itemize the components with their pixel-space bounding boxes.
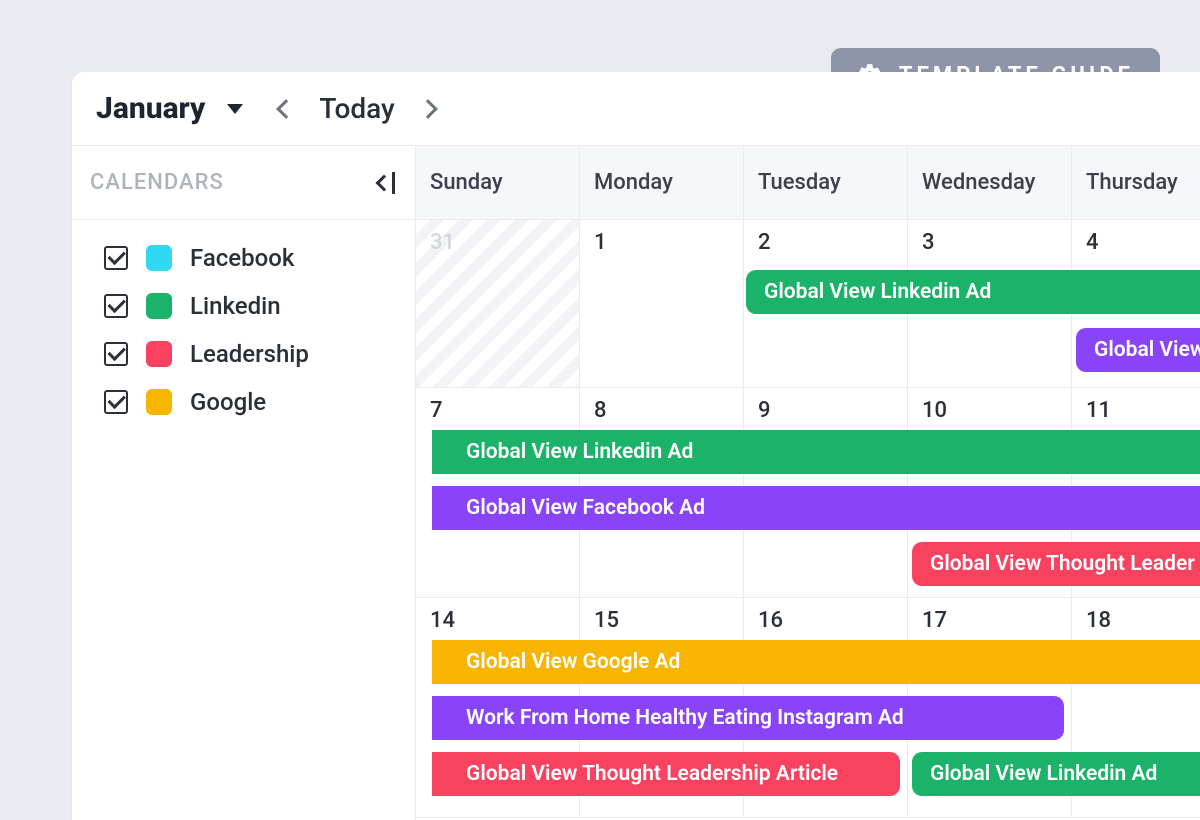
day-header-row: Sunday Monday Tuesday Wednesday Thursday xyxy=(416,146,1200,220)
calendar-header: January Today xyxy=(72,72,1200,146)
month-picker[interactable]: January xyxy=(96,91,243,126)
event-bar[interactable]: Global View Linkedin Ad xyxy=(912,752,1200,796)
color-swatch xyxy=(146,293,172,319)
date-cell[interactable]: 31 xyxy=(416,220,580,387)
today-button[interactable]: Today xyxy=(319,92,394,125)
checkbox-icon[interactable] xyxy=(104,342,128,366)
week-row: 31 1 2 3 4 Global View Linkedin Ad Globa… xyxy=(416,220,1200,388)
caret-down-icon xyxy=(227,104,243,114)
calendar-label: Google xyxy=(190,388,266,416)
month-label: January xyxy=(96,91,205,126)
next-button[interactable] xyxy=(418,99,438,119)
calendar-panel: January Today CALENDARS Faceboo xyxy=(72,72,1200,820)
week-row: 7 8 9 10 11 Global View Linkedin Ad Glob… xyxy=(416,388,1200,598)
sidebar: CALENDARS Facebook Linkedin xyxy=(72,146,416,820)
arrow-left-icon xyxy=(376,174,393,191)
calendar-label: Facebook xyxy=(190,244,294,272)
sidebar-title: CALENDARS xyxy=(90,170,224,195)
collapse-sidebar-button[interactable] xyxy=(378,172,395,194)
day-header-cell: Tuesday xyxy=(744,146,908,219)
calendar-item-linkedin[interactable]: Linkedin xyxy=(104,292,415,320)
event-bar[interactable]: Global View Google Ad xyxy=(432,640,1200,684)
checkbox-icon[interactable] xyxy=(104,294,128,318)
grid-body: 31 1 2 3 4 Global View Linkedin Ad Globa… xyxy=(416,220,1200,820)
day-header-cell: Wednesday xyxy=(908,146,1072,219)
calendar-item-leadership[interactable]: Leadership xyxy=(104,340,415,368)
date-nav: Today xyxy=(279,92,434,125)
checkbox-icon[interactable] xyxy=(104,246,128,270)
event-bar[interactable]: Global View Linkedin Ad xyxy=(432,430,1200,474)
color-swatch xyxy=(146,389,172,415)
checkbox-icon[interactable] xyxy=(104,390,128,414)
day-header-cell: Monday xyxy=(580,146,744,219)
day-header-cell: Thursday xyxy=(1072,146,1200,219)
color-swatch xyxy=(146,245,172,271)
event-bar[interactable]: Global View xyxy=(1076,328,1200,372)
date-cell[interactable]: 1 xyxy=(580,220,744,387)
event-bar[interactable]: Global View Thought Leader xyxy=(912,542,1200,586)
calendar-item-google[interactable]: Google xyxy=(104,388,415,416)
calendar-label: Leadership xyxy=(190,340,309,368)
calendar-label: Linkedin xyxy=(190,292,281,320)
day-header-cell: Sunday xyxy=(416,146,580,219)
sidebar-header: CALENDARS xyxy=(72,146,415,220)
calendar-item-facebook[interactable]: Facebook xyxy=(104,244,415,272)
color-swatch xyxy=(146,341,172,367)
prev-button[interactable] xyxy=(276,99,296,119)
event-bar[interactable]: Global View Linkedin Ad xyxy=(746,270,1200,314)
calendar-list: Facebook Linkedin Leadership Google xyxy=(72,220,415,436)
calendar-grid: Sunday Monday Tuesday Wednesday Thursday… xyxy=(416,146,1200,820)
week-row: 14 15 16 17 18 Global View Google Ad Wor… xyxy=(416,598,1200,818)
event-bar[interactable]: Global View Thought Leadership Article xyxy=(432,752,900,796)
event-bar[interactable]: Work From Home Healthy Eating Instagram … xyxy=(432,696,1064,740)
event-bar[interactable]: Global View Facebook Ad xyxy=(432,486,1200,530)
